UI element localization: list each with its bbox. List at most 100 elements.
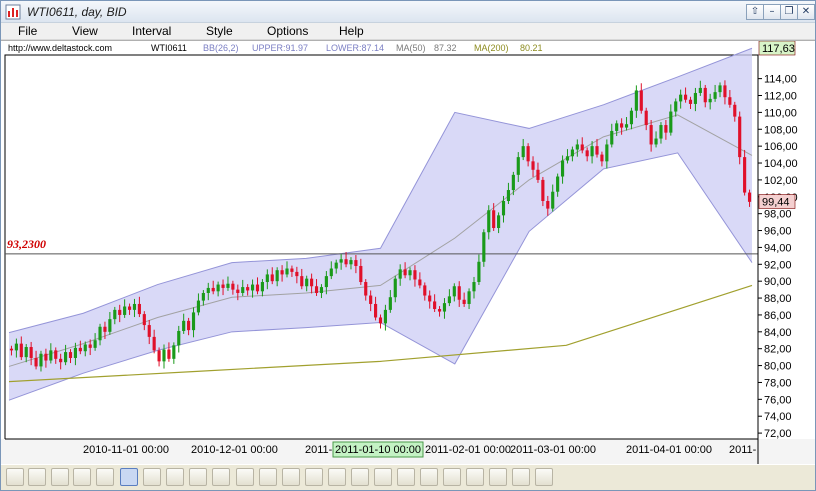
menu-file[interactable]: File [18, 24, 37, 38]
candle-body [14, 343, 18, 351]
candle-body [428, 295, 432, 302]
line-chart-icon[interactable] [282, 468, 300, 486]
menu-options[interactable]: Options [267, 24, 308, 38]
y-tick-label: 98,00 [764, 209, 792, 221]
candle-body [541, 179, 545, 202]
candle-body [683, 94, 688, 100]
candle-body [413, 270, 417, 280]
candle-body [664, 125, 668, 133]
x-tick-label-edge: 2011- [729, 444, 757, 456]
candle-body [29, 347, 33, 358]
spreadsheet-icon[interactable] [166, 468, 184, 486]
ma200-value: 80.21 [520, 43, 543, 53]
menu-style[interactable]: Style [206, 24, 233, 38]
candle-body [378, 317, 383, 324]
horizontal-line-label: 93,2300 [7, 237, 46, 251]
ma200-label: MA(200) [474, 43, 509, 53]
table-icon[interactable] [259, 468, 277, 486]
candle-body [314, 286, 319, 293]
price-top-badge: 117,63 [762, 43, 795, 55]
candle-body [472, 282, 476, 292]
candle-body [255, 284, 260, 292]
maximize-button[interactable]: ❐ [780, 4, 798, 20]
candle-body [654, 138, 658, 145]
candle-body [693, 92, 697, 104]
crosshair-text-icon[interactable] [120, 468, 138, 486]
candle-body [433, 301, 437, 310]
candle-body [118, 309, 122, 315]
candle-body [364, 282, 368, 296]
menu-view[interactable]: View [72, 24, 98, 38]
grid-icon[interactable] [51, 468, 69, 486]
candle-body [383, 309, 387, 324]
candle-body [64, 352, 68, 363]
x-tick-label: 2011-02-01 00:00 [425, 444, 511, 456]
price-chart[interactable]: 93,2300 72,00 74,00 76,00 78,00 80,00 82,00 84,… [1, 41, 815, 464]
calendar-icon[interactable] [512, 468, 530, 486]
bar-style-icon[interactable] [328, 468, 346, 486]
column-icon[interactable] [351, 468, 369, 486]
candle-body [59, 358, 63, 363]
candle-body [221, 284, 225, 288]
person-up-icon[interactable] [466, 468, 484, 486]
candles-icon[interactable] [236, 468, 254, 486]
candle-body [487, 210, 491, 233]
pin-icon[interactable] [374, 468, 392, 486]
candle-body [733, 104, 737, 117]
y-tick-label: 84,00 [764, 327, 792, 339]
crosshair-icon[interactable] [143, 468, 161, 486]
candle-body [688, 99, 693, 104]
x-tick-label: 2010-12-01 00:00 [191, 444, 278, 456]
candle-body [73, 347, 78, 358]
bollinger-upper-value: UPPER:91.97 [252, 43, 309, 53]
candle-body [54, 350, 58, 359]
y-tick-label: 86,00 [764, 310, 792, 322]
open-folder-icon[interactable] [397, 468, 415, 486]
candle-body [103, 326, 107, 332]
menu-interval[interactable]: Interval [132, 24, 171, 38]
save-icon[interactable] [420, 468, 438, 486]
candle-body [275, 270, 279, 282]
calculator-icon[interactable] [535, 468, 553, 486]
candle-body [310, 278, 314, 287]
bars-icon[interactable] [96, 468, 114, 486]
zoom-icon[interactable] [73, 468, 91, 486]
title-bar[interactable]: WTI0611, day, BID ⇧ – ❐ ✕ [1, 1, 815, 23]
candle-body [211, 287, 215, 292]
candle-body [98, 326, 102, 341]
candle-body [142, 314, 146, 326]
restore-up-button[interactable]: ⇧ [746, 4, 764, 20]
y-tick-label: 78,00 [764, 377, 792, 389]
candle-body [556, 176, 560, 192]
close-button[interactable]: ✕ [797, 4, 815, 20]
candle-body [516, 157, 520, 175]
candle-body [398, 269, 402, 279]
ruler-icon[interactable] [305, 468, 323, 486]
y-tick-label: 94,00 [764, 242, 792, 254]
minimize-button[interactable]: – [763, 4, 781, 20]
pencil-icon[interactable] [6, 468, 24, 486]
candle-body [349, 260, 353, 265]
chart-window-icon[interactable] [443, 468, 461, 486]
candle-body [44, 353, 48, 361]
candle-body [738, 116, 742, 158]
candle-body [629, 110, 634, 125]
person-down-icon[interactable] [489, 468, 507, 486]
chart-area[interactable]: 93,2300 72,00 74,00 76,00 78,00 80,00 82,00 84,… [1, 40, 815, 464]
candle-body [127, 306, 132, 310]
scissors-icon[interactable] [189, 468, 207, 486]
candle-body [482, 232, 486, 262]
candle-body [167, 349, 171, 359]
ma50-value: 87.32 [434, 43, 457, 53]
candle-body [295, 271, 299, 277]
dotted-cursor-icon[interactable] [28, 468, 46, 486]
candle-body [388, 297, 392, 310]
candle-body [477, 261, 481, 283]
x-tick-label: 2011-04-01 00:00 [626, 444, 712, 456]
menu-help[interactable]: Help [339, 24, 364, 38]
palette-icon[interactable] [212, 468, 230, 486]
y-tick-label: 114,00 [764, 74, 797, 86]
candle-body [408, 270, 412, 276]
bollinger-label: BB(26,2) [203, 43, 239, 53]
candle-body [639, 90, 643, 111]
